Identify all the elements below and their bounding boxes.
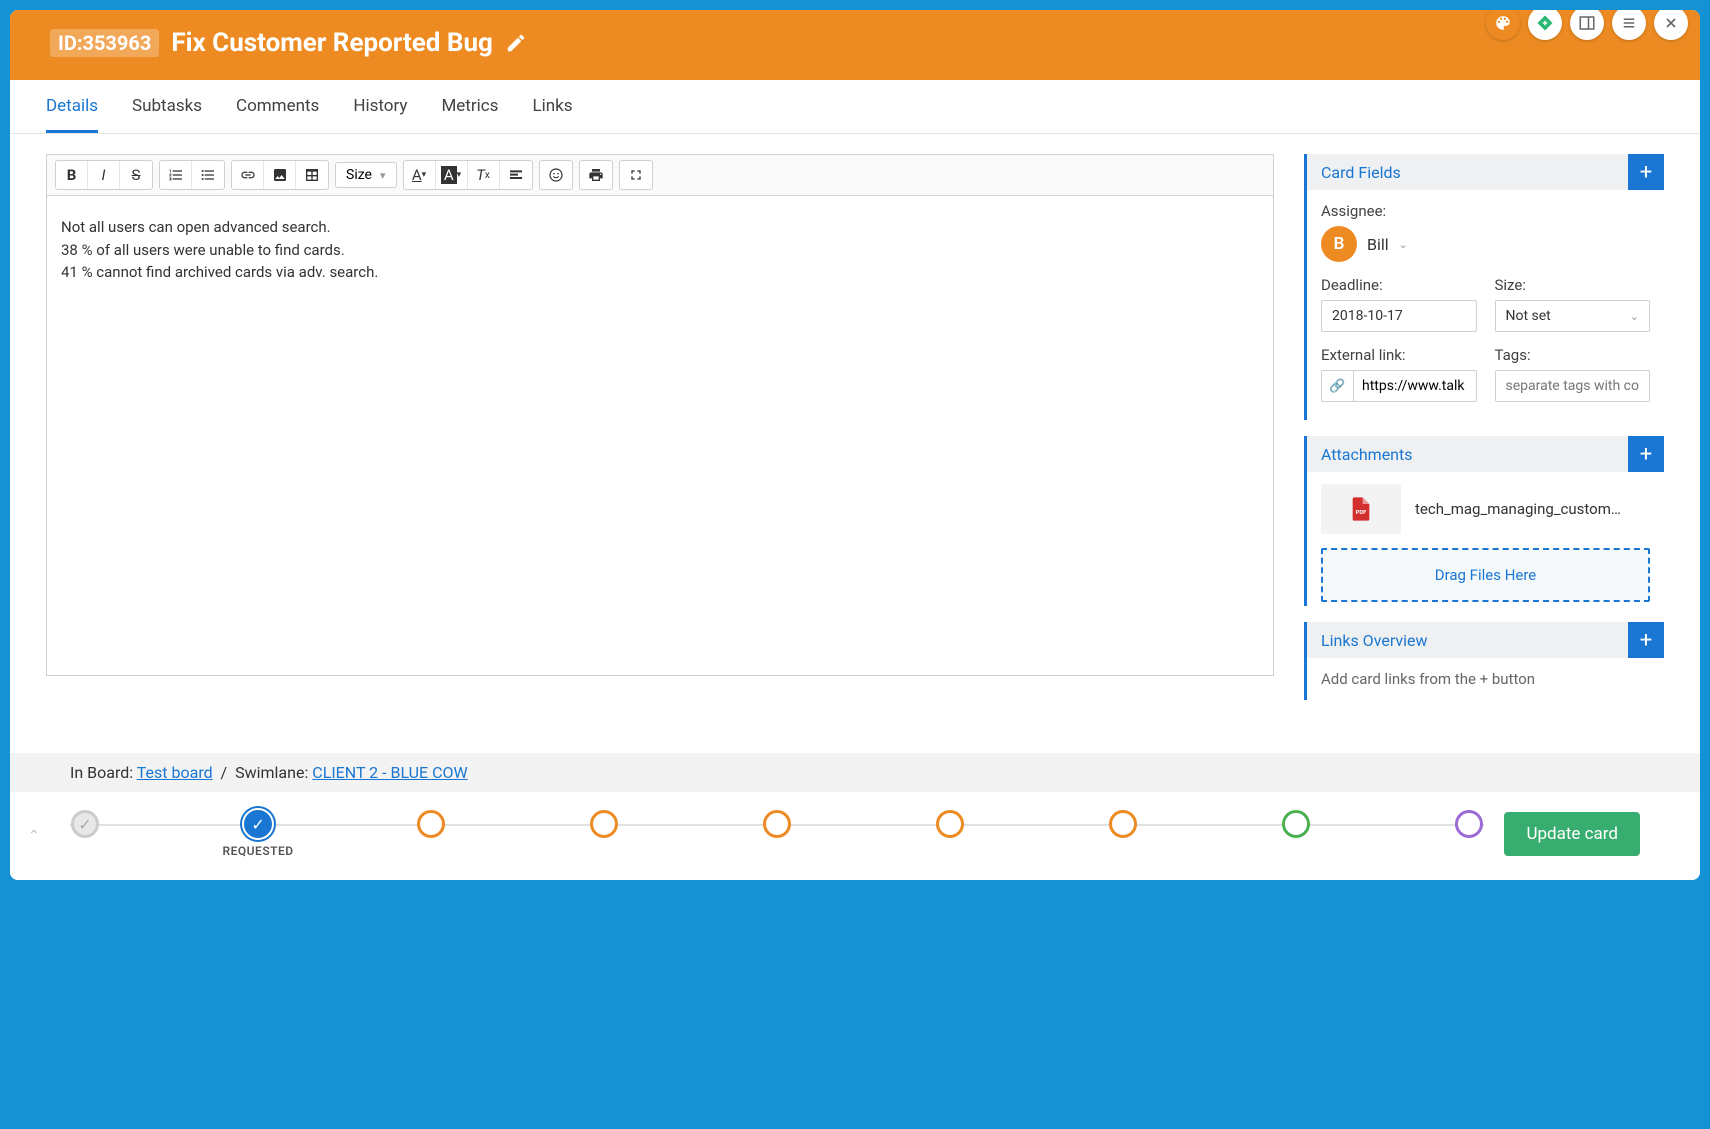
tab-comments[interactable]: Comments <box>236 80 319 133</box>
attachment-item[interactable]: PDF tech_mag_managing_custom… <box>1321 484 1650 534</box>
menu-button[interactable] <box>1612 10 1646 40</box>
source-button[interactable] <box>500 161 532 189</box>
diamond-button[interactable] <box>1528 10 1562 40</box>
deadline-label: Deadline: <box>1321 276 1477 294</box>
assignee-name: Bill <box>1367 235 1389 254</box>
workflow-step-9[interactable] <box>1454 810 1484 858</box>
links-hint: Add card links from the + button <box>1307 658 1664 700</box>
link-icon <box>240 167 256 183</box>
tab-details[interactable]: Details <box>46 80 98 133</box>
size-label: Size: <box>1495 276 1651 294</box>
layout-button[interactable] <box>1570 10 1604 40</box>
palette-button[interactable] <box>1486 10 1520 40</box>
workflow-step-requested[interactable]: ✓ REQUESTED <box>243 810 273 858</box>
swimlane-link[interactable]: CLIENT 2 - BLUE COW <box>312 763 467 782</box>
tab-history[interactable]: History <box>353 80 407 133</box>
editor-body[interactable]: Not all users can open advanced search. … <box>46 196 1274 676</box>
italic-button[interactable]: I <box>88 161 120 189</box>
links-overview-title: Links Overview <box>1321 631 1428 650</box>
add-link-button[interactable]: + <box>1628 622 1664 658</box>
bg-color-button[interactable]: A▾ <box>436 161 468 189</box>
font-size-dropdown[interactable]: Size ▾ <box>335 162 397 188</box>
strikethrough-button[interactable]: S <box>120 161 152 189</box>
clear-format-button[interactable]: Tx <box>468 161 500 189</box>
external-link-input[interactable]: 🔗 <box>1321 370 1477 402</box>
workflow-step-4[interactable] <box>589 810 619 858</box>
workflow-step-5[interactable] <box>762 810 792 858</box>
attachments-panel: Attachments + PDF tech_mag_managing_cust… <box>1304 436 1664 606</box>
close-button[interactable] <box>1654 10 1688 40</box>
palette-icon <box>1494 14 1512 32</box>
board-link[interactable]: Test board <box>137 763 213 782</box>
tab-metrics[interactable]: Metrics <box>441 80 498 133</box>
chevron-down-icon: ⌄ <box>1630 310 1639 323</box>
workflow-step-7[interactable] <box>1108 810 1138 858</box>
print-button[interactable] <box>580 161 612 189</box>
close-icon <box>1663 15 1679 31</box>
chevron-down-icon: ⌄ <box>1399 238 1408 251</box>
tab-subtasks[interactable]: Subtasks <box>132 80 202 133</box>
edit-title-button[interactable] <box>505 32 527 54</box>
ordered-list-button[interactable] <box>160 161 192 189</box>
chevron-down-icon: ▾ <box>380 169 386 182</box>
add-attachment-button[interactable]: + <box>1628 436 1664 472</box>
workflow-step-6[interactable] <box>935 810 965 858</box>
table-button[interactable] <box>296 161 328 189</box>
fullscreen-button[interactable] <box>620 161 652 189</box>
external-link-label: External link: <box>1321 346 1477 364</box>
dropzone[interactable]: Drag Files Here <box>1321 548 1650 602</box>
link-icon: 🔗 <box>1322 371 1354 401</box>
attachments-title: Attachments <box>1321 445 1413 464</box>
window-top-buttons <box>1486 10 1688 40</box>
tags-label: Tags: <box>1495 346 1651 364</box>
workflow-step-8[interactable] <box>1281 810 1311 858</box>
source-icon <box>508 167 524 183</box>
bold-button[interactable]: B <box>56 161 88 189</box>
breadcrumb: In Board: Test board / Swimlane: CLIENT … <box>10 753 1700 792</box>
pencil-icon <box>505 32 527 54</box>
smiley-icon <box>548 167 564 183</box>
editor-toolbar: B I S Size ▾ A▾ <box>46 154 1274 196</box>
card-fields-title: Card Fields <box>1321 163 1401 182</box>
fullscreen-icon <box>628 167 644 183</box>
link-button[interactable] <box>232 161 264 189</box>
table-icon <box>304 167 320 183</box>
print-icon <box>588 167 604 183</box>
image-button[interactable] <box>264 161 296 189</box>
add-field-button[interactable]: + <box>1628 154 1664 190</box>
tab-links[interactable]: Links <box>532 80 572 133</box>
layout-icon <box>1578 14 1596 32</box>
workflow-step-done[interactable]: ✓ <box>70 810 100 858</box>
collapse-workflow-button[interactable]: ⌃ <box>28 828 40 844</box>
ordered-list-icon <box>168 167 184 183</box>
card-header: ID:353963 Fix Customer Reported Bug <box>10 10 1700 80</box>
image-icon <box>272 167 288 183</box>
workflow-step-3[interactable] <box>416 810 446 858</box>
tabs-bar: Details Subtasks Comments History Metric… <box>10 80 1700 134</box>
links-overview-panel: Links Overview + Add card links from the… <box>1304 622 1664 700</box>
svg-text:PDF: PDF <box>1356 510 1368 516</box>
workflow-bar: ⌃ ✓ ✓ REQUESTED Upda <box>10 792 1700 880</box>
avatar: B <box>1321 226 1357 262</box>
unordered-list-icon <box>200 167 216 183</box>
card-title: Fix Customer Reported Bug <box>171 28 493 58</box>
unordered-list-button[interactable] <box>192 161 224 189</box>
assignee-selector[interactable]: B Bill ⌄ <box>1321 226 1650 262</box>
hamburger-icon <box>1620 14 1638 32</box>
card-fields-panel: Card Fields + Assignee: B Bill ⌄ Deadlin… <box>1304 154 1664 420</box>
assignee-label: Assignee: <box>1321 202 1650 220</box>
emoji-button[interactable] <box>540 161 572 189</box>
deadline-input[interactable]: 2018-10-17 <box>1321 300 1477 332</box>
attachment-name: tech_mag_managing_custom… <box>1415 500 1650 518</box>
pdf-icon: PDF <box>1321 484 1401 534</box>
tags-input[interactable] <box>1495 370 1651 402</box>
update-card-button[interactable]: Update card <box>1504 812 1640 856</box>
size-select[interactable]: Not set ⌄ <box>1495 300 1651 332</box>
diamond-icon <box>1536 14 1554 32</box>
card-id-badge: ID:353963 <box>50 29 159 57</box>
text-color-button[interactable]: A▾ <box>404 161 436 189</box>
